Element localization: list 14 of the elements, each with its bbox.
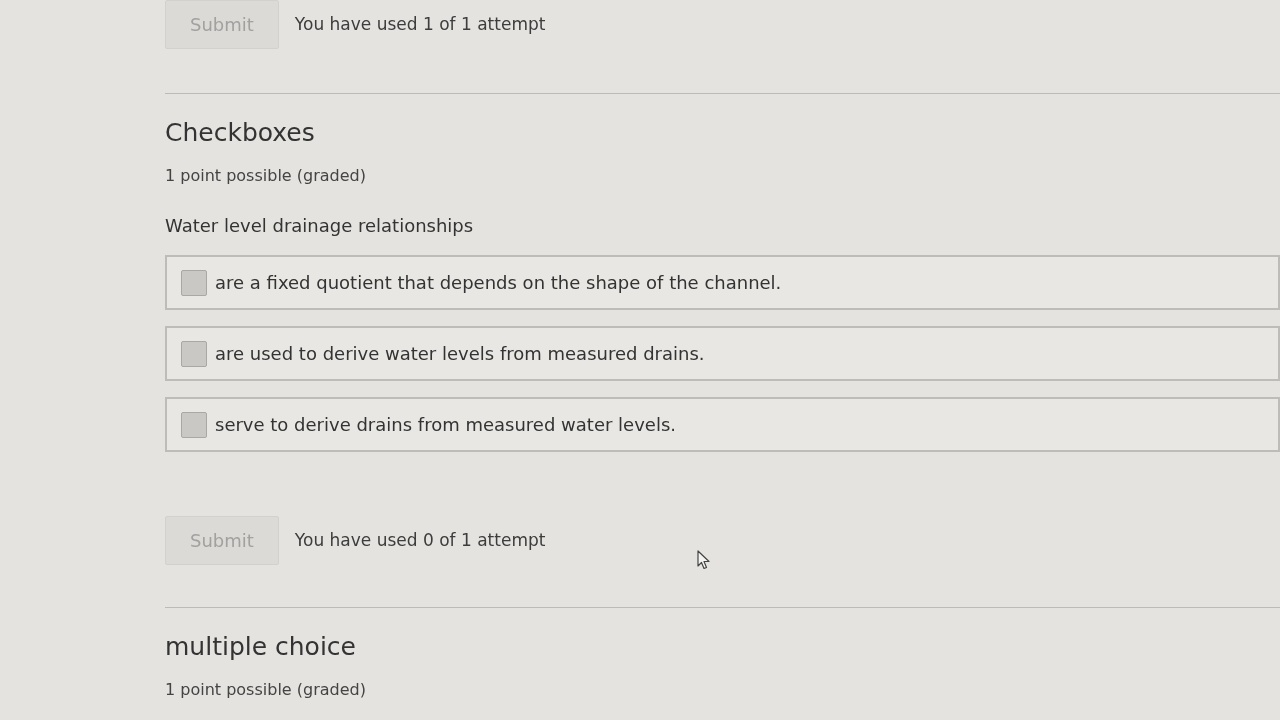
- answer-option[interactable]: are used to derive water levels from measured drains.: [165, 326, 1280, 381]
- attempts-text: You have used 1 of 1 attempt: [294, 12, 546, 36]
- question-text: Water level drainage relationships: [165, 214, 475, 238]
- pointer-icon: [697, 550, 710, 570]
- answer-option[interactable]: are a fixed quotient that depends on the shape of the channel.: [165, 255, 1280, 310]
- checkbox[interactable]: [181, 269, 207, 296]
- answer-option[interactable]: serve to derive drains from measured water levels.: [165, 397, 1280, 452]
- points-text: 1 point possible (graded): [165, 679, 367, 701]
- problem-title: Checkboxes: [165, 118, 316, 148]
- problem-title: multiple choice: [165, 632, 357, 662]
- checkbox[interactable]: [181, 411, 207, 438]
- checkbox[interactable]: [181, 340, 207, 367]
- points-text: 1 point possible (graded): [165, 165, 367, 187]
- attempts-text: You have used 0 of 1 attempt: [294, 528, 546, 552]
